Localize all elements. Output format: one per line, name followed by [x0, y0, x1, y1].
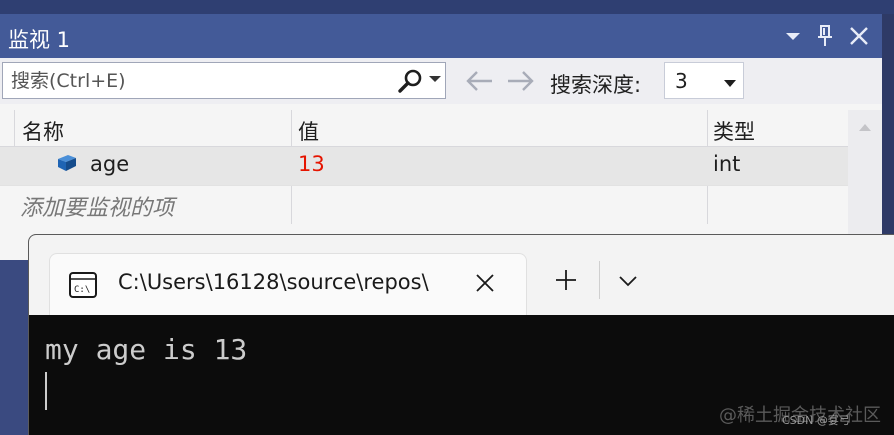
- grid-header: 名称 值 类型: [0, 110, 848, 147]
- search-icon[interactable]: [396, 68, 424, 94]
- search-depth-label: 搜索深度:: [550, 73, 642, 97]
- search-back-arrow-icon[interactable]: [464, 67, 494, 95]
- column-header-name[interactable]: 名称: [22, 116, 64, 146]
- watch-value-cell[interactable]: 13: [298, 152, 325, 176]
- search-options-chevron-down-icon[interactable]: [427, 71, 443, 87]
- tabstrip-divider: [599, 261, 600, 299]
- text-cursor: [45, 372, 47, 410]
- watch-title: 监视 1: [8, 28, 71, 52]
- terminal-tab-title: C:\Users\16128\source\repos\: [118, 270, 429, 294]
- pin-icon[interactable]: [812, 22, 838, 50]
- search-box[interactable]: [2, 62, 446, 99]
- tab-close-icon[interactable]: [474, 272, 496, 294]
- column-header-type[interactable]: 类型: [713, 116, 755, 146]
- add-watch-row[interactable]: 添加要监视的项: [0, 185, 848, 222]
- search-input[interactable]: [11, 67, 381, 95]
- search-depth-value: 3: [675, 69, 688, 93]
- search-depth-select[interactable]: 3: [664, 62, 744, 99]
- column-divider: [14, 110, 15, 146]
- window-position-dropdown-icon[interactable]: [780, 22, 806, 50]
- tab-dropdown-chevron-down-icon[interactable]: [617, 273, 639, 289]
- terminal-tab[interactable]: C:\ C:\Users\16128\source\repos\: [49, 253, 527, 315]
- terminal-tabstrip: C:\ C:\Users\16128\source\repos\: [29, 235, 894, 315]
- watch-panel: 监视 1 搜索深度: 3: [0, 0, 894, 260]
- chevron-down-icon: [723, 75, 737, 87]
- terminal-window: C:\ C:\Users\16128\source\repos\ my age …: [28, 234, 894, 435]
- close-icon[interactable]: [846, 22, 872, 50]
- new-tab-plus-icon[interactable]: [553, 267, 579, 293]
- scroll-up-icon[interactable]: [857, 118, 873, 131]
- add-watch-hint[interactable]: 添加要监视的项: [20, 190, 174, 222]
- column-header-value[interactable]: 值: [298, 116, 319, 146]
- watch-titlebar: 监视 1: [0, 14, 882, 58]
- top-strip: [0, 0, 894, 14]
- svg-text:C:\: C:\: [74, 285, 90, 295]
- watch-toolbar: 搜索深度: 3: [0, 58, 882, 104]
- watch-type-cell: int: [713, 152, 741, 176]
- watch-name-cell[interactable]: age: [90, 152, 129, 176]
- search-forward-arrow-icon[interactable]: [506, 67, 536, 95]
- variable-cube-icon: [56, 153, 78, 173]
- command-prompt-icon: C:\: [68, 270, 98, 300]
- terminal-console[interactable]: my age is 13 @稀土掘金技术社区: [29, 315, 894, 435]
- console-output: my age is 13: [45, 333, 248, 366]
- table-row[interactable]: age 13 int: [0, 147, 848, 185]
- credit-watermark: CSDN @宴弓: [782, 414, 850, 427]
